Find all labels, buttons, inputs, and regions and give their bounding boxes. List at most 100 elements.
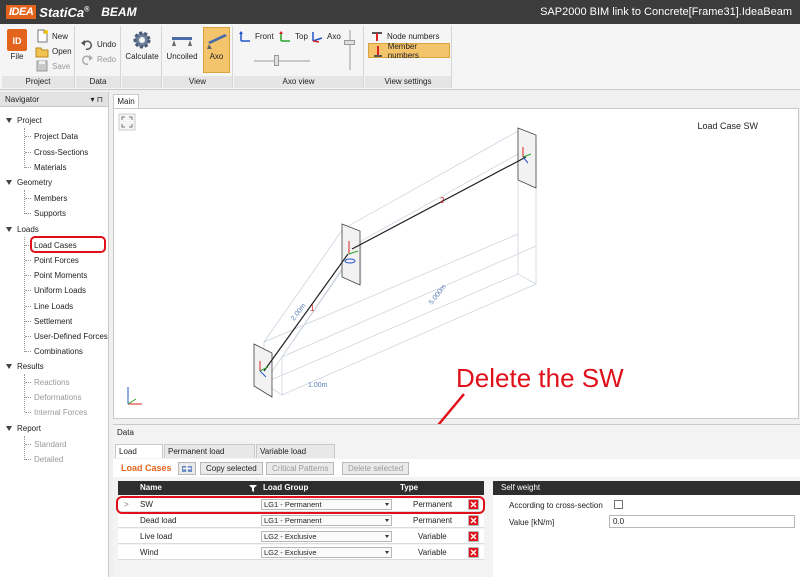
nav-item-combinations[interactable]: Combinations xyxy=(34,347,83,356)
member-numbers-toggle[interactable]: Member numbers xyxy=(368,42,450,60)
tab-load-cases[interactable]: Load cases xyxy=(115,444,163,469)
nav-item-point-moments[interactable]: Point Moments xyxy=(34,271,87,280)
expand-triangle-icon[interactable] xyxy=(6,227,12,232)
expand-triangle-icon[interactable] xyxy=(6,180,12,185)
nav-section-label: Geometry xyxy=(17,178,53,187)
table-row[interactable]: Dead load LG1 - Permanent Permanent xyxy=(118,513,484,528)
navigator-pin-icon[interactable]: ▾ ⊓ xyxy=(91,95,103,104)
cell-name[interactable]: Wind xyxy=(140,545,158,560)
nav-item-uniform-loads[interactable]: Uniform Loads xyxy=(34,286,86,295)
nav-section-report[interactable]: Report xyxy=(6,424,41,433)
chevron-down-icon xyxy=(385,519,389,522)
add-load-case-button[interactable] xyxy=(178,462,196,475)
nav-section-label: Report xyxy=(17,424,42,433)
delete-row-button[interactable] xyxy=(468,547,479,558)
idea-file-icon: ID xyxy=(7,29,27,51)
column-header-type[interactable]: Type xyxy=(396,481,484,495)
select-value: LG2 - Exclusive xyxy=(264,548,317,557)
new-file-icon xyxy=(37,29,48,43)
new-button[interactable]: New xyxy=(35,29,68,43)
tree-line xyxy=(24,190,25,214)
expand-triangle-icon[interactable] xyxy=(6,118,12,123)
nav-item-settlement[interactable]: Settlement xyxy=(34,317,72,326)
member-2-line[interactable] xyxy=(351,156,527,250)
column-header-name[interactable]: Name xyxy=(118,481,260,495)
table-row[interactable]: Wind LG2 - Exclusive Variable xyxy=(118,545,484,560)
nav-section-loads[interactable]: Loads xyxy=(6,225,39,234)
nav-item-user-defined-forces[interactable]: User-Defined Forces xyxy=(34,332,108,341)
delete-selected-button[interactable]: Delete selected xyxy=(342,462,410,475)
undo-button[interactable]: Undo xyxy=(80,37,116,51)
open-button[interactable]: Open xyxy=(35,44,72,58)
nav-item-supports[interactable]: Supports xyxy=(34,209,66,218)
ribbon-group-view: Uncoiled Axo View xyxy=(163,26,233,88)
nav-section-project[interactable]: Project xyxy=(6,116,42,125)
navigator-title: Navigator xyxy=(5,95,40,104)
load-group-select[interactable]: LG2 - Exclusive xyxy=(261,531,392,542)
nav-item-cross-sections[interactable]: Cross-Sections xyxy=(34,148,88,157)
nav-item-project-data[interactable]: Project Data xyxy=(34,132,78,141)
nav-item-reactions[interactable]: Reactions xyxy=(34,378,70,387)
nav-section-geometry[interactable]: Geometry xyxy=(6,178,52,187)
according-to-cross-section-checkbox[interactable] xyxy=(614,500,623,509)
nav-item-internal-forces[interactable]: Internal Forces xyxy=(34,408,87,417)
section-plate-middle xyxy=(341,223,361,286)
load-group-select[interactable]: LG2 - Exclusive xyxy=(261,547,392,558)
horizontal-rotation-slider[interactable] xyxy=(254,60,310,62)
calculate-button[interactable]: Calculate xyxy=(124,28,160,61)
expand-triangle-icon[interactable] xyxy=(6,426,12,431)
window-title: SAP2000 BIM link to Concrete[Frame31].Id… xyxy=(540,6,792,18)
axo-axis-button[interactable]: Axo xyxy=(310,29,341,43)
vertical-slider-thumb[interactable] xyxy=(344,40,355,45)
save-button[interactable]: Save xyxy=(35,59,70,73)
delete-icon xyxy=(469,532,478,541)
chevron-down-icon xyxy=(385,535,389,538)
critical-patterns-button[interactable]: Critical Patterns xyxy=(266,462,335,475)
new-label: New xyxy=(52,31,69,41)
tree-line xyxy=(24,128,25,168)
nav-item-detailed[interactable]: Detailed xyxy=(34,455,63,464)
tree-tick xyxy=(25,260,31,261)
table-row[interactable]: Live load LG2 - Exclusive Variable xyxy=(118,529,484,544)
top-view-button[interactable]: Top xyxy=(278,29,308,43)
vertical-rotation-slider[interactable] xyxy=(349,30,351,70)
axo-axis-label: Axo xyxy=(327,31,341,41)
copy-selected-button[interactable]: Copy selected xyxy=(200,462,263,475)
file-button[interactable]: ID File xyxy=(5,28,29,61)
filter-icon[interactable] xyxy=(249,484,257,492)
cell-name[interactable]: Live load xyxy=(140,529,172,544)
load-cases-highlight xyxy=(30,236,106,253)
logo-text: StatiCa® xyxy=(39,4,90,20)
member-1-line[interactable] xyxy=(263,253,349,372)
load-cases-heading: Load Cases xyxy=(121,463,172,473)
tab-permanent-load-groups[interactable]: Permanent load groups xyxy=(164,444,255,469)
front-view-button[interactable]: Front xyxy=(238,29,274,43)
self-weight-value-input[interactable]: 0.0 xyxy=(609,515,795,528)
expand-triangle-icon[interactable] xyxy=(6,364,12,369)
ribbon-group-project: ID File New Open Save Project xyxy=(2,26,75,88)
nav-item-members[interactable]: Members xyxy=(34,194,67,203)
load-group-select[interactable]: LG1 - Permanent xyxy=(261,515,392,526)
nav-item-deformations[interactable]: Deformations xyxy=(34,393,82,402)
cell-name[interactable]: Dead load xyxy=(140,513,176,528)
tree-tick xyxy=(25,412,31,413)
tab-variable-load-groups[interactable]: Variable load groups xyxy=(256,444,335,469)
redo-button[interactable]: Redo xyxy=(80,52,116,66)
nav-item-materials[interactable]: Materials xyxy=(34,163,66,172)
nav-item-line-loads[interactable]: Line Loads xyxy=(34,302,73,311)
member-label-2: 2 xyxy=(440,196,445,205)
cell-type: Permanent xyxy=(413,516,453,525)
nav-item-point-forces[interactable]: Point Forces xyxy=(34,256,79,265)
delete-row-button[interactable] xyxy=(468,531,479,542)
uncoiled-beam-icon xyxy=(172,37,192,46)
column-header-load-group[interactable]: Load Group xyxy=(260,481,396,495)
uncoiled-button[interactable]: Uncoiled xyxy=(166,28,198,61)
nav-section-results[interactable]: Results xyxy=(6,362,44,371)
delete-icon xyxy=(469,516,478,525)
horizontal-slider-thumb[interactable] xyxy=(274,55,279,66)
axo-view-button[interactable]: Axo xyxy=(203,27,230,73)
tab-main[interactable]: Main xyxy=(113,94,139,108)
delete-row-button[interactable] xyxy=(468,515,479,526)
uncoiled-label: Uncoiled xyxy=(166,52,198,61)
nav-item-standard[interactable]: Standard xyxy=(34,440,66,449)
